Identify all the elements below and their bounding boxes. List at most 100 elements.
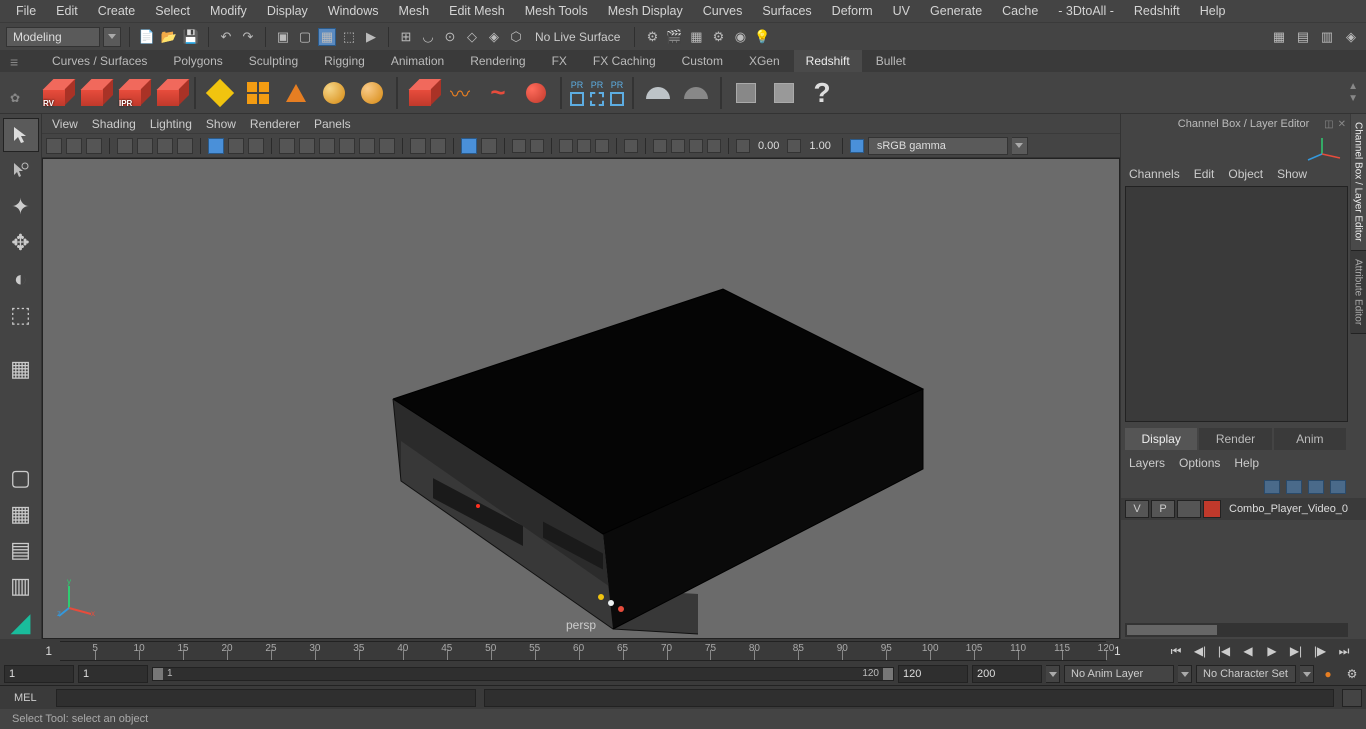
pt-f-icon[interactable] <box>624 139 638 153</box>
playback-prefs-icon[interactable]: ⚙ <box>1342 665 1362 683</box>
menu-windows[interactable]: Windows <box>318 0 389 22</box>
range-handle-left[interactable] <box>153 668 163 680</box>
menu-file[interactable]: File <box>6 0 46 22</box>
outliner-toggle-icon[interactable]: ▥ <box>3 569 39 603</box>
motion-blur-icon[interactable] <box>359 138 375 154</box>
shelf-options-icon[interactable]: ✿ <box>10 91 20 105</box>
lasso-tool-icon[interactable] <box>3 154 39 188</box>
redo-icon[interactable]: ↷ <box>239 28 257 46</box>
panel-menu-lighting[interactable]: Lighting <box>150 117 192 131</box>
lights-icon[interactable] <box>299 138 315 154</box>
menu-curves[interactable]: Curves <box>693 0 753 22</box>
construction-history-icon[interactable]: ⚙ <box>643 28 661 46</box>
layer-tab-render[interactable]: Render <box>1199 428 1271 450</box>
render-icon[interactable]: 🎬 <box>665 28 683 46</box>
layer-playback-toggle[interactable]: P <box>1151 500 1175 518</box>
character-set-dropdown[interactable]: No Character Set <box>1196 665 1296 683</box>
xray-icon[interactable] <box>430 138 446 154</box>
ipr-icon[interactable]: ▦ <box>687 28 705 46</box>
play-back-icon[interactable]: ◀ <box>1238 642 1258 660</box>
shelf-cone-icon[interactable] <box>280 77 312 109</box>
shelf-scroll-icon[interactable]: ▲▼ <box>1348 82 1358 104</box>
cb-menu-show[interactable]: Show <box>1277 167 1307 181</box>
step-back-key-icon[interactable]: ◀| <box>1190 642 1210 660</box>
camera-lock-icon[interactable] <box>66 138 82 154</box>
toggle-tool-settings-icon[interactable]: ▥ <box>1318 28 1336 46</box>
last-tool-icon[interactable]: ▦ <box>3 352 39 386</box>
pt-g-icon[interactable] <box>653 139 667 153</box>
layout-four-icon[interactable]: ▦ <box>3 497 39 531</box>
layer-tab-anim[interactable]: Anim <box>1274 428 1346 450</box>
charset-dd-arrow[interactable] <box>1300 665 1314 683</box>
panel-menu-shading[interactable]: Shading <box>92 117 136 131</box>
menu-surfaces[interactable]: Surfaces <box>752 0 821 22</box>
current-frame-field[interactable]: 1 <box>1110 644 1160 658</box>
menu-cache[interactable]: Cache <box>992 0 1048 22</box>
layer-tab-display[interactable]: Display <box>1125 428 1197 450</box>
shelf-tab-fxcaching[interactable]: FX Caching <box>581 50 668 72</box>
shelf-menu-icon[interactable]: ≡ <box>10 54 18 70</box>
pt-h-icon[interactable] <box>671 139 685 153</box>
film-gate-icon[interactable] <box>137 138 153 154</box>
playback-end-field[interactable]: 120 <box>898 665 968 683</box>
snap-curve-icon[interactable]: ◡ <box>419 28 437 46</box>
shelf-dome1-icon[interactable] <box>642 77 674 109</box>
camera-select-icon[interactable] <box>46 138 62 154</box>
select-hierarchy-icon[interactable]: ▣ <box>274 28 292 46</box>
paint-select-tool-icon[interactable]: ✦ <box>3 190 39 224</box>
menu-create[interactable]: Create <box>88 0 146 22</box>
step-forward-key-icon[interactable]: |▶ <box>1310 642 1330 660</box>
layers-help-menu[interactable]: Help <box>1234 456 1259 470</box>
layer-move-up-icon[interactable] <box>1264 480 1280 494</box>
layout-single-icon[interactable]: ▢ <box>3 461 39 495</box>
panel-menu-show[interactable]: Show <box>206 117 236 131</box>
workspace-dropdown-arrow[interactable] <box>103 27 121 47</box>
shelf-proxy3-icon[interactable]: PR <box>610 80 624 106</box>
wireframe-icon[interactable] <box>228 138 244 154</box>
select-component-icon[interactable]: ▦ <box>318 28 336 46</box>
menu-edit-mesh[interactable]: Edit Mesh <box>439 0 515 22</box>
select-object-icon[interactable]: ▢ <box>296 28 314 46</box>
time-slider-track[interactable]: 5101520253035404550556065707580859095100… <box>60 641 1106 661</box>
shelf-tab-custom[interactable]: Custom <box>670 50 735 72</box>
gamma-icon[interactable] <box>787 139 801 153</box>
gate-mask-icon[interactable] <box>177 138 193 154</box>
shelf-help-icon[interactable]: ? <box>806 77 838 109</box>
snap-plane-icon[interactable]: ◇ <box>463 28 481 46</box>
shadows-icon[interactable] <box>319 138 335 154</box>
view-transform-dropdown[interactable]: sRGB gamma <box>868 137 1008 155</box>
snap-point-icon[interactable]: ⊙ <box>441 28 459 46</box>
shelf-tab-rigging[interactable]: Rigging <box>312 50 377 72</box>
autokey-icon[interactable]: ● <box>1318 665 1338 683</box>
step-back-icon[interactable]: |◀ <box>1214 642 1234 660</box>
range-options-icon[interactable] <box>1046 665 1060 683</box>
layer-name[interactable]: Combo_Player_Video_0 <box>1223 503 1348 515</box>
render-settings-icon[interactable]: ⚙ <box>709 28 727 46</box>
goto-end-icon[interactable]: ⏭ <box>1334 642 1354 660</box>
shelf-log-icon[interactable] <box>768 77 800 109</box>
toggle-channelbox-icon[interactable]: ▦ <box>1270 28 1288 46</box>
layer-scrollbar[interactable] <box>1125 623 1348 637</box>
pt-b-icon[interactable] <box>530 139 544 153</box>
snap-grid-icon[interactable]: ⊞ <box>397 28 415 46</box>
time-slider[interactable]: 1 51015202530354045505560657075808590951… <box>0 639 1366 663</box>
textured-icon[interactable] <box>279 138 295 154</box>
menu-mesh[interactable]: Mesh <box>389 0 440 22</box>
channelbox-body[interactable] <box>1125 186 1348 422</box>
close-icon[interactable]: ✕ <box>1338 119 1346 130</box>
shelf-dome2-icon[interactable] <box>680 77 712 109</box>
menu-uv[interactable]: UV <box>883 0 920 22</box>
range-slider-track[interactable]: 1 120 <box>152 667 894 681</box>
select-handle-icon[interactable]: ⬚ <box>340 28 358 46</box>
panel-menu-renderer[interactable]: Renderer <box>250 117 300 131</box>
step-forward-icon[interactable]: ▶| <box>1286 642 1306 660</box>
arrow-right-icon[interactable]: ▶ <box>362 28 380 46</box>
popup-icon[interactable]: ◫ <box>1324 119 1333 130</box>
menu-help[interactable]: Help <box>1190 0 1236 22</box>
light-editor-icon[interactable]: 💡 <box>753 28 771 46</box>
view-cube-icon[interactable] <box>1121 134 1366 164</box>
shelf-proxy2-icon[interactable]: PR <box>590 80 604 106</box>
open-scene-icon[interactable]: 📂 <box>160 28 178 46</box>
menu-redshift[interactable]: Redshift <box>1124 0 1190 22</box>
menu-3dtoall[interactable]: - 3DtoAll - <box>1048 0 1124 22</box>
